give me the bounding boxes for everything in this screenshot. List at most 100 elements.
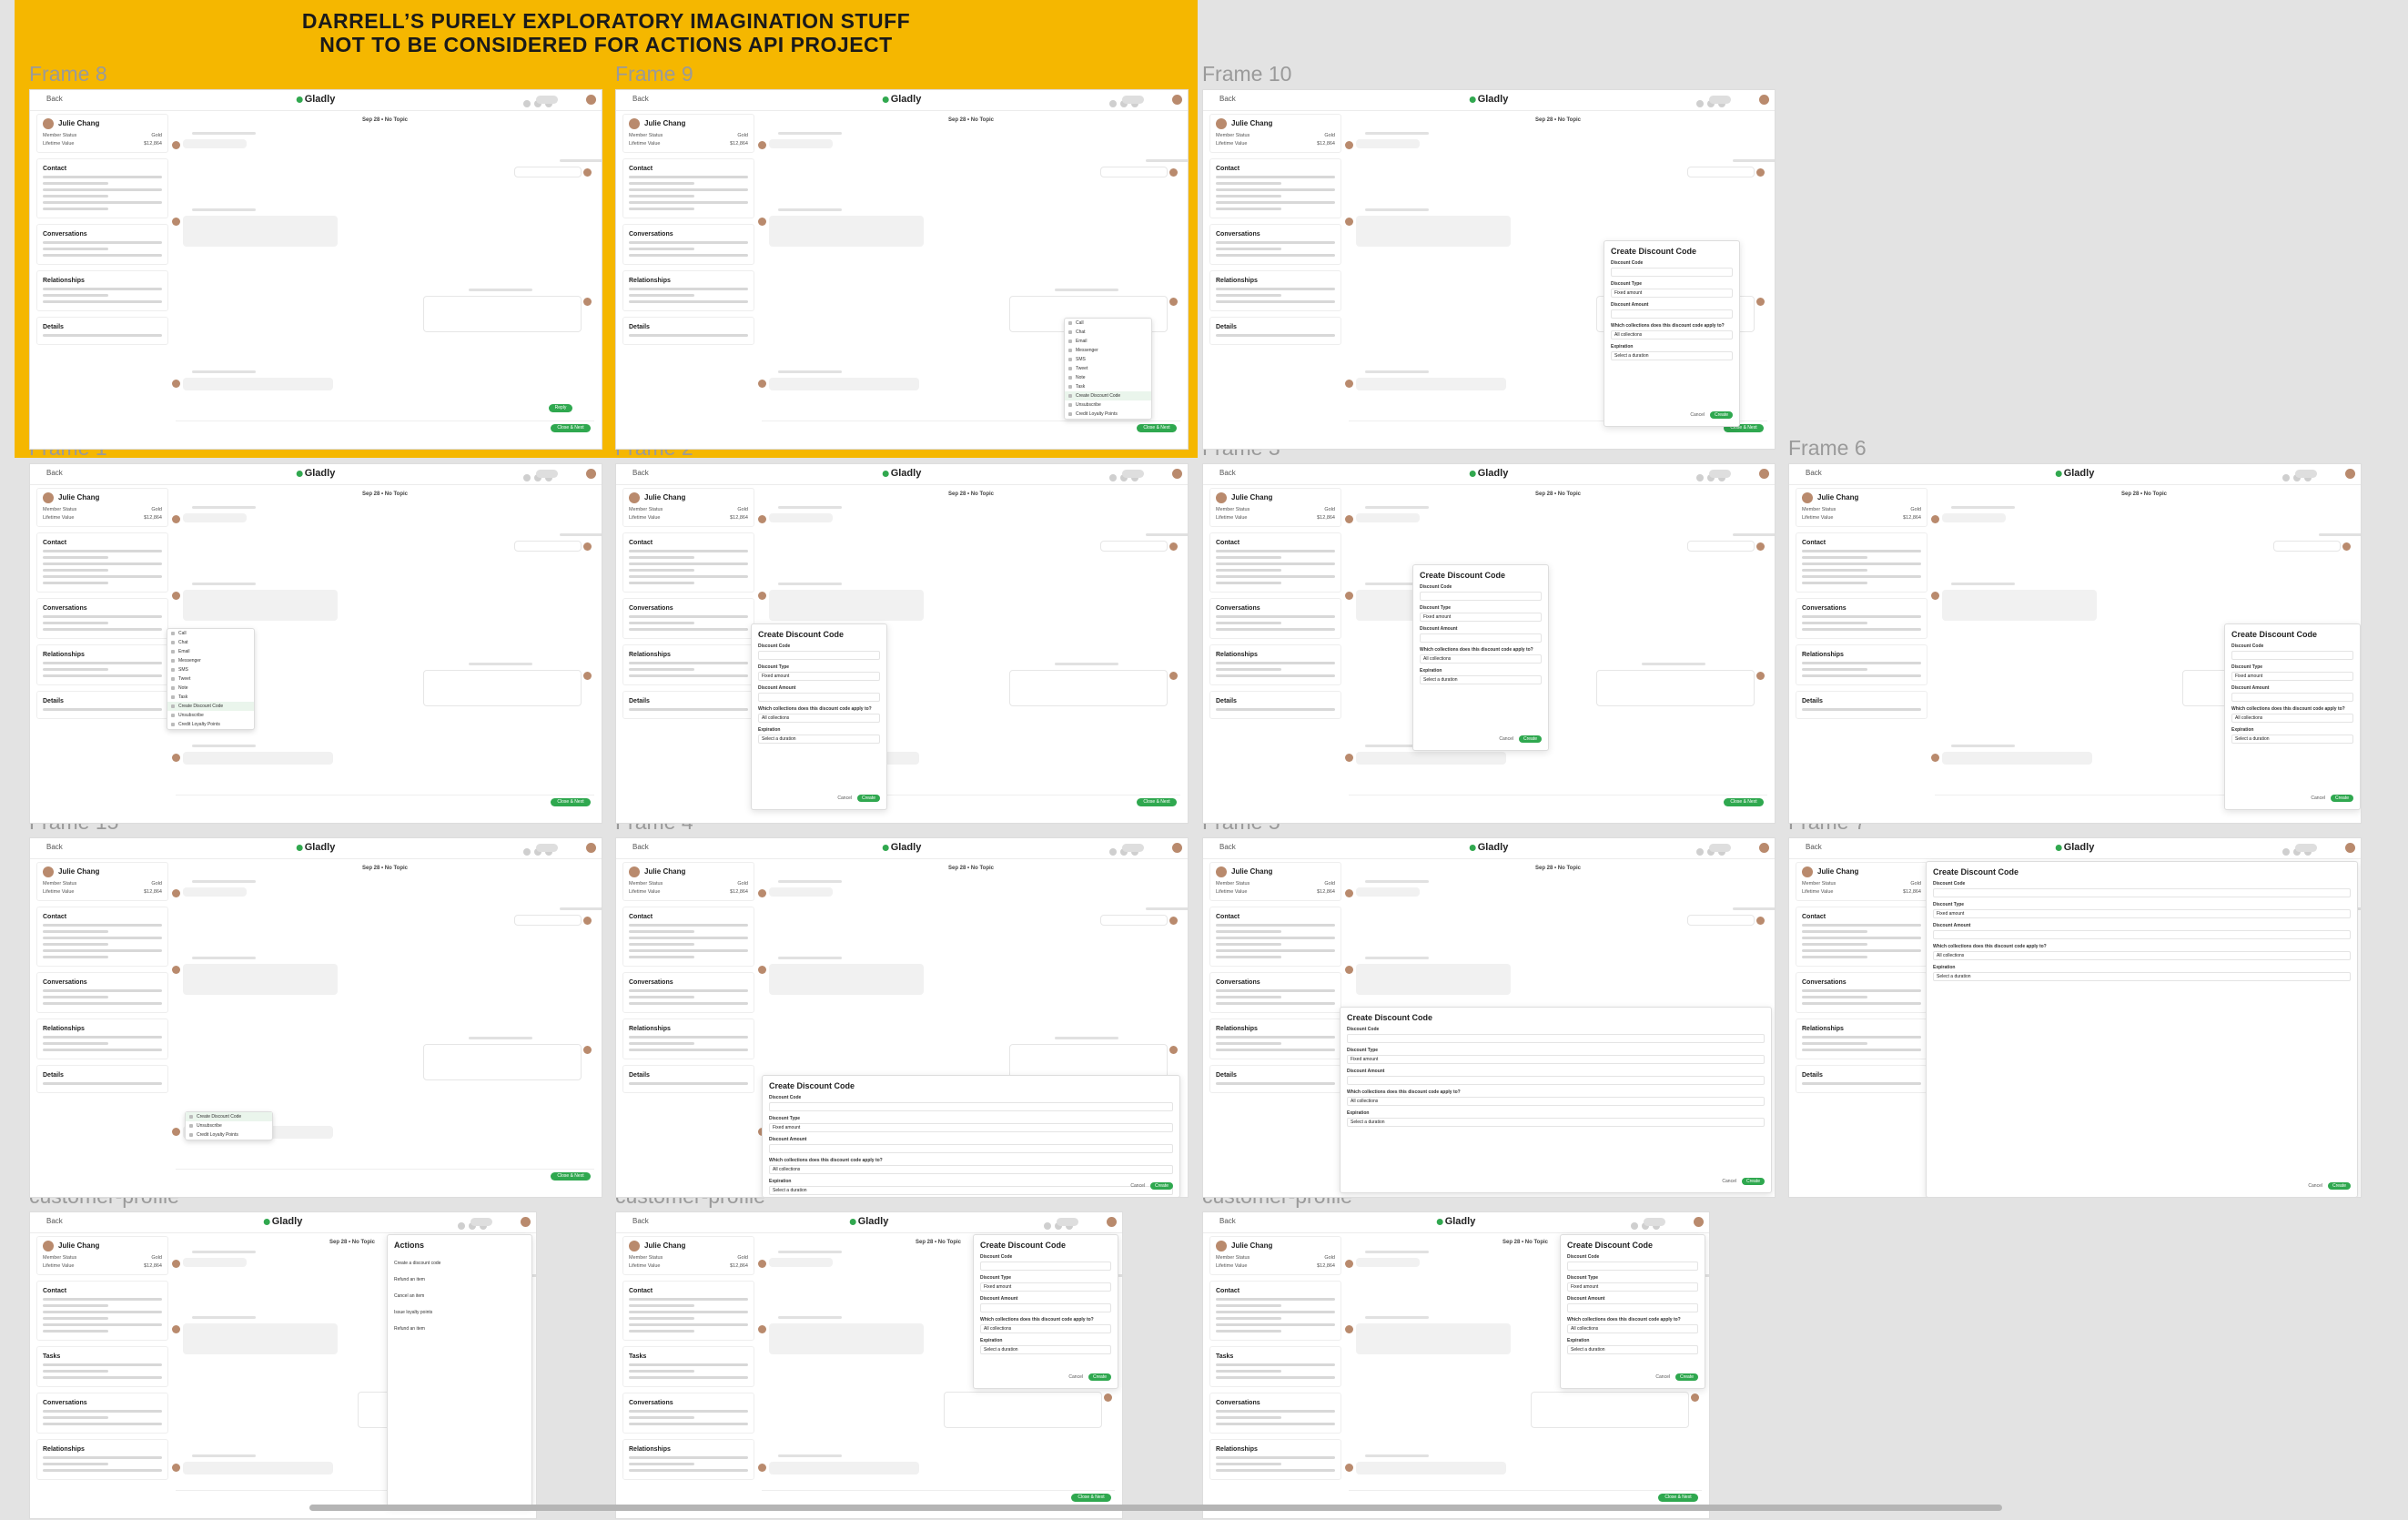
menu-item[interactable]: Task	[167, 693, 254, 702]
composer-bar[interactable]: Close & Next	[176, 795, 594, 810]
conversations-card[interactable]: Conversations	[1796, 598, 1927, 639]
expiration-input[interactable]: Select a duration	[769, 1186, 1173, 1195]
conversations-card[interactable]: Conversations	[36, 598, 168, 639]
back-button[interactable]: Back	[632, 843, 649, 851]
menu-item[interactable]: Note	[1065, 373, 1151, 382]
contact-card[interactable]: Contact	[622, 907, 754, 967]
status-toggle[interactable]	[536, 96, 558, 104]
discount_amount-input[interactable]	[758, 693, 880, 702]
details-card[interactable]: Details	[1209, 1065, 1341, 1093]
close-next-button[interactable]: Close & Next	[551, 1172, 591, 1181]
toolbar-icon[interactable]	[1696, 100, 1704, 107]
close-next-button[interactable]: Close & Next	[1071, 1494, 1111, 1502]
collections_q-input[interactable]: All collections	[1567, 1324, 1698, 1333]
menu-item[interactable]: Credit Loyalty Points	[1065, 410, 1151, 419]
status-toggle[interactable]	[2295, 470, 2317, 478]
conversations-card[interactable]: Conversations	[1209, 224, 1341, 265]
agent-avatar[interactable]	[1759, 843, 1769, 853]
menu-item[interactable]: Chat	[1065, 328, 1151, 337]
create-button[interactable]: Create	[2327, 1182, 2351, 1190]
discount_code-input[interactable]	[2231, 651, 2353, 660]
back-button[interactable]: Back	[632, 469, 649, 477]
cancel-button[interactable]: Cancel	[1068, 1374, 1083, 1380]
action-item[interactable]: Issue loyalty points	[394, 1310, 525, 1315]
discount_amount-input[interactable]	[2231, 693, 2353, 702]
relationships-card[interactable]: Relationships	[622, 644, 754, 685]
close-next-button[interactable]: Close & Next	[551, 424, 591, 432]
close-next-button[interactable]: Close & Next	[1658, 1494, 1698, 1502]
contact-card[interactable]: Contact	[1209, 532, 1341, 593]
relationships-card[interactable]: Relationships	[36, 644, 168, 685]
toolbar-icon[interactable]	[1696, 848, 1704, 856]
menu-item[interactable]: Chat	[167, 638, 254, 647]
collections_q-input[interactable]: All collections	[1933, 951, 2351, 960]
discount_type-input[interactable]: Fixed amount	[1611, 289, 1733, 298]
conversations-card[interactable]: Conversations	[36, 972, 168, 1013]
back-button[interactable]: Back	[1219, 843, 1236, 851]
relationships-card[interactable]: Relationships	[1209, 1018, 1341, 1059]
toolbar-icon[interactable]	[1109, 474, 1117, 481]
discount_amount-input[interactable]	[1611, 309, 1733, 319]
collections_q-input[interactable]: All collections	[758, 714, 880, 723]
relationships-card[interactable]: Relationships	[1209, 270, 1341, 311]
frame-label-10[interactable]: Frame 10	[1202, 62, 1291, 86]
cancel-button[interactable]: Cancel	[2308, 1183, 2322, 1189]
discount_type-input[interactable]: Fixed amount	[758, 672, 880, 681]
back-button[interactable]: Back	[46, 1217, 63, 1225]
menu-item[interactable]: Task	[1065, 382, 1151, 391]
menu-item[interactable]: Create Discount Code	[186, 1112, 272, 1121]
composer-bar[interactable]: Close & Next	[176, 421, 594, 436]
details-card[interactable]: Details	[1796, 1065, 1927, 1093]
relationships-card[interactable]: Relationships	[622, 270, 754, 311]
conversations-card[interactable]: Conversations	[1796, 972, 1927, 1013]
create-button[interactable]: Create	[1518, 735, 1542, 743]
conversations-card[interactable]: Conversations	[622, 1393, 754, 1434]
details-card[interactable]: Details	[36, 691, 168, 719]
create-button[interactable]: Create	[856, 795, 880, 802]
menu-item[interactable]: Tweet	[1065, 364, 1151, 373]
discount_code-input[interactable]	[1933, 888, 2351, 897]
menu-item[interactable]: Create Discount Code	[1065, 391, 1151, 400]
menu-item[interactable]: Email	[1065, 337, 1151, 346]
discount_amount-input[interactable]	[1567, 1303, 1698, 1312]
menu-item[interactable]: SMS	[1065, 355, 1151, 364]
cancel-button[interactable]: Cancel	[837, 795, 852, 801]
discount_type-input[interactable]: Fixed amount	[1347, 1055, 1765, 1064]
cancel-button[interactable]: Cancel	[1130, 1183, 1145, 1189]
composer-bar[interactable]: Close & Next	[176, 1169, 594, 1184]
status-toggle[interactable]	[536, 470, 558, 478]
close-next-button[interactable]: Close & Next	[1724, 798, 1764, 806]
conversations-card[interactable]: Conversations	[1209, 972, 1341, 1013]
status-toggle[interactable]	[1057, 1218, 1078, 1226]
toolbar-icon[interactable]	[1696, 474, 1704, 481]
relationships-card[interactable]: Relationships	[36, 270, 168, 311]
discount_code-input[interactable]	[1347, 1034, 1765, 1043]
agent-avatar[interactable]	[2345, 843, 2355, 853]
conversations-card[interactable]: Conversations	[1209, 1393, 1341, 1434]
toolbar-icon[interactable]	[523, 100, 531, 107]
contact-card[interactable]: Contact	[1209, 1281, 1341, 1341]
composer-bar[interactable]: Close & Next	[1349, 1490, 1702, 1505]
agent-avatar[interactable]	[586, 95, 596, 105]
details-card[interactable]: Details	[622, 317, 754, 345]
discount_type-input[interactable]: Fixed amount	[1567, 1282, 1698, 1292]
details-card[interactable]: Details	[36, 1065, 168, 1093]
action-item[interactable]: Refund an item	[394, 1326, 525, 1332]
collections_q-input[interactable]: All collections	[769, 1165, 1173, 1174]
menu-item[interactable]: Messenger	[167, 656, 254, 665]
relationships-card[interactable]: Relationships	[1796, 1018, 1927, 1059]
menu-item[interactable]: Tweet	[167, 674, 254, 684]
frame-label-9[interactable]: Frame 9	[615, 62, 693, 86]
expiration-input[interactable]: Select a duration	[1611, 351, 1733, 360]
toolbar-icon[interactable]	[1044, 1222, 1051, 1230]
conversations-card[interactable]: Conversations	[622, 598, 754, 639]
agent-avatar[interactable]	[521, 1217, 531, 1227]
status-toggle[interactable]	[536, 844, 558, 852]
menu-item[interactable]: Call	[167, 629, 254, 638]
create-button[interactable]: Create	[1674, 1373, 1698, 1381]
canvas-horizontal-scrollbar[interactable]	[309, 1505, 2002, 1511]
discount_code-input[interactable]	[1420, 592, 1542, 601]
back-button[interactable]: Back	[632, 1217, 649, 1225]
discount_code-input[interactable]	[758, 651, 880, 660]
frame-label-8[interactable]: Frame 8	[29, 62, 107, 86]
